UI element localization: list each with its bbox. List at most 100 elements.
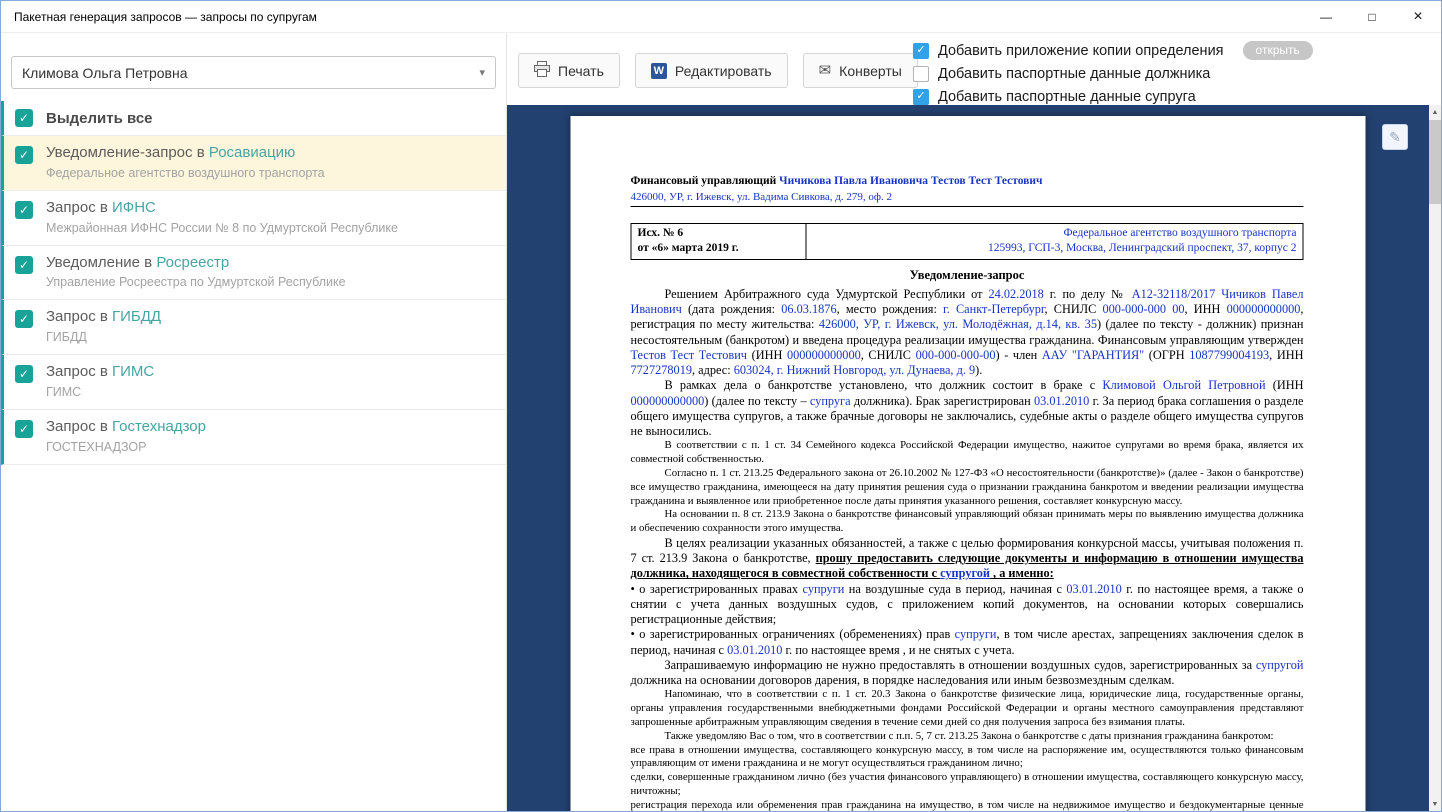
doc-paragraph: Согласно п. 1 ст. 213.25 Федерального за…	[631, 467, 1304, 508]
maximize-button[interactable]: □	[1349, 1, 1395, 32]
page-tool-button[interactable]: ✎	[1382, 124, 1408, 150]
request-item[interactable]: ✓ Уведомление в Росреестр Управление Росре…	[1, 245, 506, 301]
doc-text-segment: Тестов Тест Тестович	[630, 347, 748, 362]
doc-text-segment: ).	[975, 363, 983, 378]
doc-header-line1: Финансовый управляющий Чичикова Павла Ив…	[631, 174, 1304, 189]
edit-button[interactable]: W Редактировать	[634, 53, 788, 88]
doc-text-segment: (дата рождения:	[681, 302, 782, 317]
doc-text-segment: (ОГРН	[1144, 347, 1190, 362]
doc-text-segment: Чичикова Павла Ивановича	[779, 175, 929, 187]
request-checkbox[interactable]: ✓	[15, 200, 33, 219]
doc-text-segment: должника). Брак зарегистрирован	[850, 393, 1034, 408]
doc-paragraph: сделки, совершенные гражданином лично (б…	[631, 771, 1304, 799]
request-text: Запрос в Гостехнадзор ГОСТЕХНАДЗОР	[46, 418, 206, 455]
request-item[interactable]: ✓ Запрос в ИФНС Межрайонная ИФНС России № …	[1, 190, 506, 246]
request-checkbox[interactable]: ✓	[15, 255, 33, 274]
doc-text-segment: супругой	[940, 566, 990, 581]
doc-recipient-line: 125993, ГСП-3, Москва, Ленинградский про…	[988, 242, 1297, 255]
doc-text-segment: • о зарегистрированных ограничениях (обр…	[630, 627, 955, 642]
doc-text-segment: А12-32118/2017	[1131, 286, 1216, 301]
doc-text-segment: На основании п. 8 ст. 213.9 Закона о бан…	[630, 508, 1304, 535]
doc-paragraph: В рамках дела о банкротстве установлено,…	[631, 378, 1304, 439]
doc-text-segment: Запрашиваемую информацию не нужно предос…	[664, 657, 1256, 672]
doc-body: Решением Арбитражного суда Удмуртской Ре…	[631, 287, 1304, 811]
request-list: ✓ Уведомление-запрос в Росавиацию Федераль…	[1, 136, 506, 465]
request-checkbox[interactable]: ✓	[15, 419, 33, 438]
doc-text-segment: 06.03.1876	[781, 302, 837, 317]
doc-text-segment: • о зарегистрированных правах	[630, 581, 803, 596]
doc-text-segment: г. по делу №	[1043, 286, 1132, 301]
request-text: Запрос в ИФНС Межрайонная ИФНС России № 8…	[46, 199, 398, 236]
request-item[interactable]: ✓ Запрос в ГИБДД ГИБДД	[1, 300, 506, 355]
print-button[interactable]: Печать	[518, 53, 620, 88]
request-text: Запрос в ГИБДД ГИБДД	[46, 308, 161, 345]
doc-text-segment: супругой	[1255, 657, 1304, 672]
doc-paragraph: Напоминаю, что в соответствии с п. 1 ст.…	[631, 688, 1304, 729]
topbar: Печать W Редактировать ✉ Конверты ✓ Добав…	[507, 33, 1441, 105]
minimize-button[interactable]: —	[1303, 1, 1349, 32]
doc-paragraph: Также уведомляю Вас о том, что в соответ…	[631, 730, 1304, 744]
select-all-checkbox[interactable]: ✓	[15, 109, 33, 127]
request-item[interactable]: ✓ Уведомление-запрос в Росавиацию Федераль…	[1, 136, 506, 191]
doc-text-segment: 426000, УР, г. Ижевск, ул. Молодёжная, д…	[818, 317, 1097, 332]
doc-text-segment: на воздушные суда в период, начиная с	[844, 581, 1067, 596]
doc-text-segment: , а именно:	[989, 566, 1054, 581]
request-subtitle: ГИМС	[46, 384, 82, 399]
printer-icon	[534, 61, 550, 80]
request-item[interactable]: ✓ Запрос в ГИМС ГИМС	[1, 355, 506, 410]
option-label: Добавить паспортные данные супруга	[938, 88, 1196, 105]
doc-text-segment: 000000000000	[1226, 302, 1301, 317]
doc-recipient: Федеральное агентство воздушного транспо…	[805, 222, 1304, 260]
doc-text-segment: 03.01.2010	[1033, 393, 1090, 408]
person-select[interactable]: Климова Ольга Петровна ▾	[11, 56, 496, 89]
envelopes-button[interactable]: ✉ Конверты	[802, 53, 918, 88]
request-title: Запрос в ИФНС	[46, 198, 156, 216]
option-checkbox[interactable]	[913, 65, 929, 82]
maximize-icon: □	[1368, 9, 1376, 24]
select-all-row[interactable]: ✓ Выделить все	[1, 101, 506, 136]
doc-text-segment: 603024, г. Нижний Новгород, ул. Дунаева,…	[733, 363, 976, 378]
open-attachment-button[interactable]: открыть	[1242, 40, 1313, 61]
doc-paragraph: Решением Арбитражного суда Удмуртской Ре…	[631, 287, 1304, 378]
request-target-link[interactable]: ИФНС	[112, 199, 156, 216]
doc-paragraph: • о зарегистрированных ограничениях (обр…	[631, 627, 1304, 657]
request-title: Уведомление-запрос в Росавиацию	[46, 144, 296, 161]
doc-text-segment: регистрация перехода или обременения пра…	[630, 798, 1304, 811]
doc-paragraph: • о зарегистрированных правах супруги на…	[631, 582, 1304, 628]
request-target-link[interactable]: Гостехнадзор	[112, 418, 206, 435]
scroll-thumb[interactable]	[1429, 120, 1441, 204]
doc-text-segment: , адрес:	[691, 363, 734, 378]
main-panel: Печать W Редактировать ✉ Конверты ✓ Добав…	[507, 33, 1441, 811]
options-list: ✓ Добавить приложение копии определения от…	[913, 39, 1313, 108]
envelopes-button-label: Конверты	[839, 62, 902, 79]
doc-text-segment: должника на основании договоров дарения,…	[630, 673, 1175, 688]
doc-text-segment: Тестов Тест Тестович	[930, 175, 1043, 187]
doc-text-segment: Также уведомляю Вас о том, что в соответ…	[664, 729, 1274, 742]
request-checkbox[interactable]: ✓	[15, 365, 33, 383]
request-text: Уведомление-запрос в Росавиацию Федеральн…	[46, 144, 325, 181]
request-subtitle: Межрайонная ИФНС России № 8 по Удмуртско…	[46, 220, 398, 235]
doc-text-segment: сделки, совершенные гражданином лично (б…	[630, 771, 1304, 798]
option-row[interactable]: ✓ Добавить приложение копии определения от…	[913, 39, 1313, 62]
doc-text-segment: 7727278019	[630, 363, 692, 378]
scroll-up-button[interactable]: ▲	[1429, 105, 1441, 119]
request-title: Запрос в Гостехнадзор	[46, 417, 206, 435]
request-checkbox[interactable]: ✓	[15, 146, 33, 164]
close-button[interactable]: ×	[1395, 1, 1441, 32]
doc-text-segment: Напоминаю, что в соответствии с п. 1 ст.…	[630, 688, 1304, 728]
request-target-link[interactable]: ГИБДД	[112, 308, 161, 325]
request-target-link[interactable]: ГИМС	[112, 363, 154, 380]
request-item[interactable]: ✓ Запрос в Гостехнадзор ГОСТЕХНАДЗОР	[1, 409, 506, 465]
option-checkbox[interactable]: ✓	[913, 88, 929, 105]
request-checkbox[interactable]: ✓	[15, 310, 33, 329]
option-checkbox[interactable]: ✓	[913, 42, 929, 59]
request-subtitle: Управление Росреестра по Удмуртской Респ…	[46, 275, 346, 290]
doc-text-segment: 000-000-000 00	[1102, 302, 1185, 317]
doc-text-segment: , СНИЛС	[1044, 302, 1103, 317]
request-target-link[interactable]: Росреестр	[156, 254, 229, 271]
scrollbar[interactable]: ▲ ▼	[1429, 105, 1441, 811]
scroll-down-button[interactable]: ▼	[1429, 797, 1441, 811]
request-target-link[interactable]: Росавиацию	[209, 144, 295, 161]
request-subtitle: ГОСТЕХНАДЗОР	[46, 439, 147, 454]
option-row[interactable]: Добавить паспортные данные должника	[913, 62, 1313, 85]
